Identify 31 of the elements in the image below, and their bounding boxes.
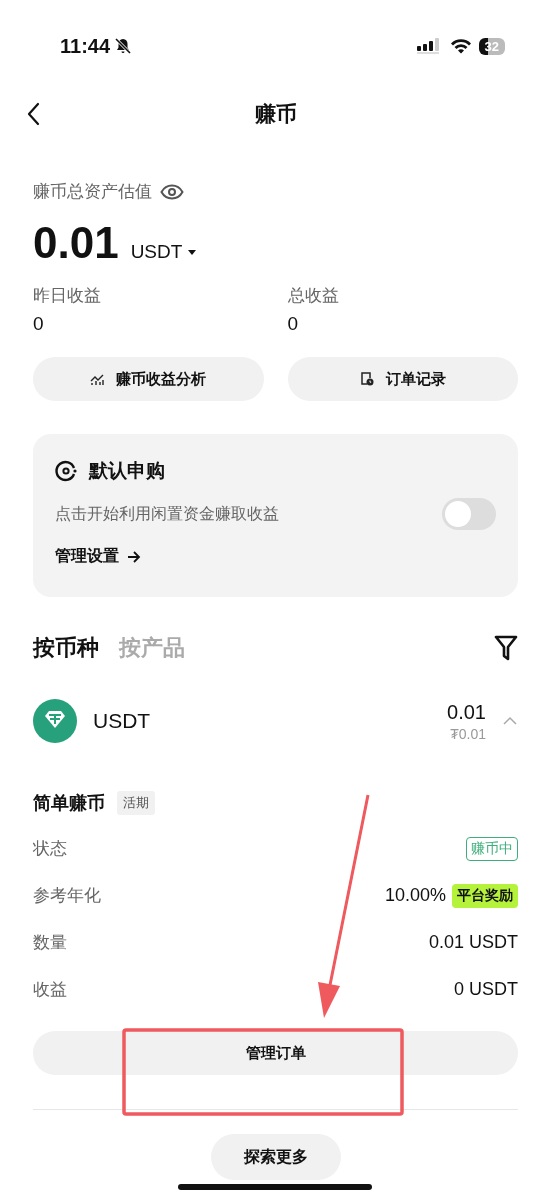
stat-label: 总收益 [287, 284, 340, 307]
product-tag: 活期 [117, 791, 155, 815]
page-title: 赚币 [254, 101, 297, 128]
asset-fiat-value: ₮0.01 [450, 725, 486, 742]
manage-orders-button[interactable]: 管理订单 [33, 1031, 518, 1075]
reward-badge: 平台奖励 [452, 883, 518, 908]
asset-label: 赚币总资产估值 [33, 180, 152, 203]
detail-value: 0.01 USDT [428, 932, 518, 953]
asset-amount: 0.01 [33, 218, 119, 268]
card-description: 点击开始利用闲置资金赚取收益 [55, 503, 279, 525]
settings-link[interactable]: 管理设置 [55, 546, 141, 567]
action-button[interactable]: 赚币收益分析 [33, 357, 264, 401]
status-badge: 赚币中 [466, 836, 518, 861]
detail-value: 10.00% [384, 885, 446, 906]
asset-name: USDT [93, 709, 151, 733]
detail-label: 数量 [33, 931, 67, 954]
status-time: 11:44 [60, 34, 111, 58]
currency-selector[interactable]: USDT [130, 241, 197, 263]
action-button[interactable]: 订单记录 [287, 357, 518, 401]
asset-balance: 0.01 [447, 700, 486, 724]
stat-label: 昨日收益 [33, 284, 102, 307]
detail-label: 状态 [33, 837, 67, 860]
explore-more-button[interactable]: 探索更多 [210, 1134, 341, 1180]
card-title: 默认申购 [89, 458, 165, 483]
stat-value: 0 [33, 313, 45, 335]
detail-label: 收益 [33, 978, 67, 1001]
stat-value: 0 [287, 313, 300, 335]
detail-value: 0 USDT [454, 979, 518, 1000]
detail-label: 参考年化 [33, 884, 101, 907]
product-title: 简单赚币 [33, 791, 105, 815]
tab[interactable]: 按币种 [33, 633, 99, 663]
